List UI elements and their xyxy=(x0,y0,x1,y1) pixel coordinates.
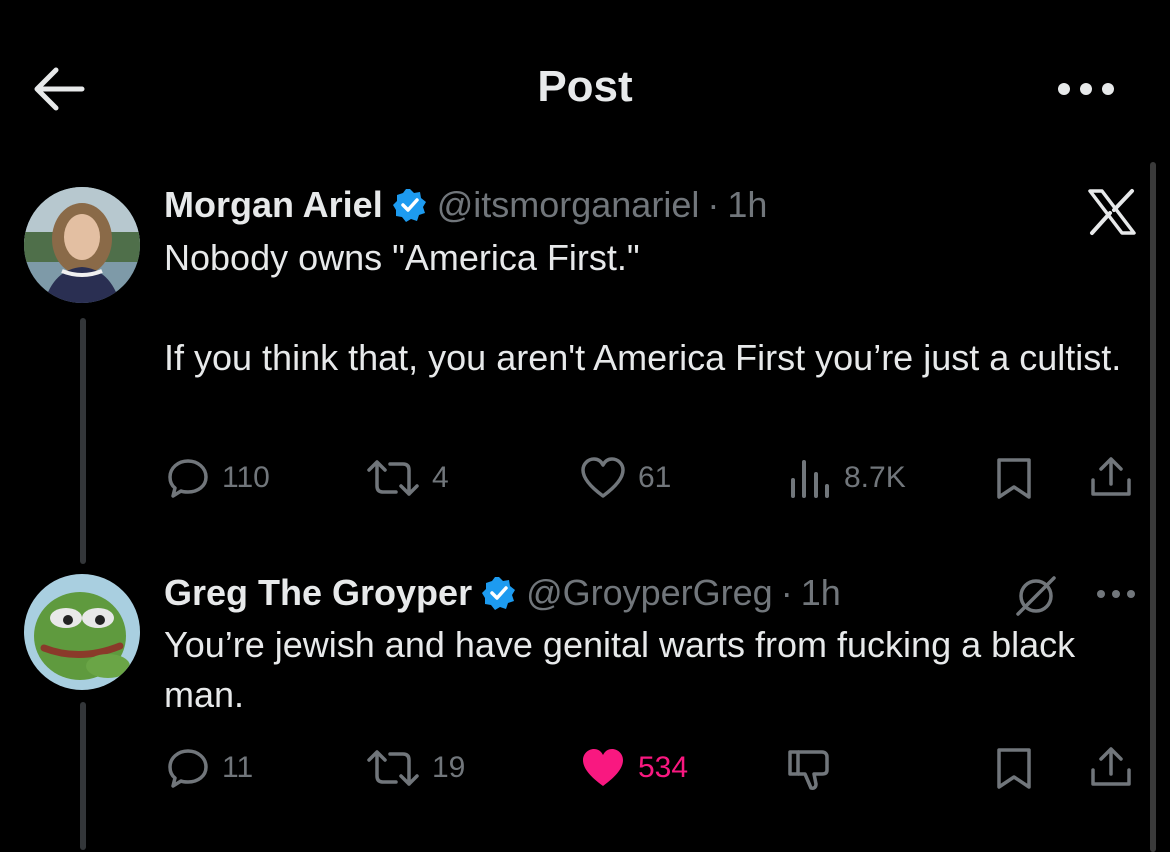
verified-badge-icon xyxy=(482,577,516,610)
author-handle[interactable]: @GroyperGreg xyxy=(526,572,773,614)
avatar[interactable] xyxy=(24,187,140,303)
scrollbar[interactable] xyxy=(1150,162,1156,852)
thread-connector xyxy=(80,318,86,564)
like-count: 534 xyxy=(638,751,689,784)
views-count: 8.7K xyxy=(844,461,906,494)
page-title: Post xyxy=(537,62,633,111)
top-bar: Post xyxy=(0,0,1170,170)
downvote-icon[interactable] xyxy=(786,746,832,797)
views-button[interactable]: 8.7K xyxy=(788,456,906,500)
more-options-icon[interactable] xyxy=(1054,74,1118,104)
grok-icon[interactable] xyxy=(1014,574,1058,623)
author-name[interactable]: Greg The Groyper xyxy=(164,572,472,614)
author-name[interactable]: Morgan Ariel xyxy=(164,184,383,226)
reply-count: 11 xyxy=(222,751,254,784)
avatar[interactable] xyxy=(24,574,140,690)
bookmark-icon[interactable] xyxy=(994,456,1034,505)
more-options-icon[interactable] xyxy=(1094,582,1138,611)
share-icon[interactable] xyxy=(1088,744,1134,795)
heart-icon xyxy=(581,457,625,498)
author-handle[interactable]: @itsmorganariel xyxy=(437,184,700,226)
reply-button[interactable]: 11 xyxy=(166,746,253,790)
post-header: Morgan Ariel @itsmorganariel · 1h xyxy=(164,181,767,229)
post-header: Greg The Groyper @GroyperGreg · 1h xyxy=(164,569,841,617)
post-text: You’re jewish and have genital warts fro… xyxy=(164,624,1076,715)
reply-button[interactable]: 110 xyxy=(166,456,270,500)
bookmark-icon[interactable] xyxy=(994,746,1034,795)
post-text: Nobody owns "America First." If you thin… xyxy=(164,237,1122,378)
like-count: 61 xyxy=(638,461,672,494)
like-button[interactable]: 534 xyxy=(580,746,688,790)
like-button[interactable]: 61 xyxy=(580,456,671,500)
reply-icon xyxy=(168,459,208,498)
repost-button[interactable]: 19 xyxy=(366,746,465,790)
post-time[interactable]: 1h xyxy=(801,572,841,614)
thread-connector xyxy=(80,702,86,850)
verified-badge-icon xyxy=(392,189,426,222)
repost-icon xyxy=(367,750,419,786)
repost-count: 19 xyxy=(432,751,466,784)
share-icon[interactable] xyxy=(1088,454,1134,505)
views-icon xyxy=(791,460,829,498)
heart-filled-icon xyxy=(583,749,623,786)
post-time[interactable]: 1h xyxy=(727,184,767,226)
separator-dot: · xyxy=(707,184,720,225)
separator-dot: · xyxy=(780,572,793,613)
repost-count: 4 xyxy=(432,461,449,494)
reply-count: 110 xyxy=(222,461,270,494)
reply-icon xyxy=(168,749,208,788)
repost-button[interactable]: 4 xyxy=(366,456,449,500)
repost-icon xyxy=(367,460,419,496)
